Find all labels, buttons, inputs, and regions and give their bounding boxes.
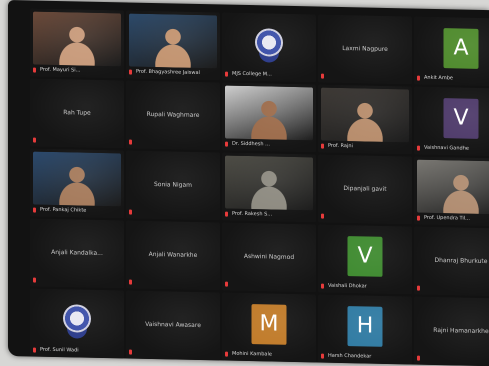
participant-tile[interactable]: Anjali Kandalka... (30, 218, 124, 289)
participant-name: Vaishnavi Awasare (145, 320, 201, 329)
participant-label: Prof. Upendra Til... (424, 214, 470, 222)
mic-muted-icon (33, 347, 36, 353)
participant-video (33, 151, 121, 207)
mic-muted-icon (321, 213, 324, 219)
participant-tile[interactable]: Prof. Mayuri Si... (30, 8, 124, 79)
participant-name: Rajni Hamanarkhe (433, 326, 489, 335)
participant-name: Dhanraj Bhurkute (434, 256, 488, 265)
college-logo-icon (63, 303, 91, 333)
participant-label: Mohini Kambale (232, 350, 272, 358)
participant-tile[interactable]: Prof. Rajni (318, 84, 412, 155)
mic-muted-icon (225, 71, 228, 77)
participant-label: Prof. Bhagyashree Jaiswal (136, 68, 200, 77)
participant-tile[interactable]: Rah Tupe (30, 78, 124, 149)
participant-tile[interactable]: Dr. Siddhesh ... (222, 82, 316, 153)
participant-name: Anjali Wanarkhe (148, 250, 198, 259)
mic-muted-icon (129, 139, 132, 145)
participant-tile[interactable]: Rupali Waghmare (126, 80, 220, 151)
participant-tile[interactable]: Prof. Rakesh S... (222, 152, 316, 223)
mic-muted-icon (417, 215, 420, 221)
mic-muted-icon (225, 141, 228, 147)
participant-label: Prof. Sunil Wadi (40, 346, 79, 354)
participant-tile[interactable]: Prof. Bhagyashree Jaiswal (126, 10, 220, 81)
participant-video (321, 87, 409, 143)
mic-muted-icon (33, 277, 36, 283)
participant-tile[interactable]: Sonia Nigam (126, 150, 220, 221)
participant-video (225, 155, 313, 211)
participant-label: MJS College M... (232, 70, 272, 78)
mic-muted-icon (225, 351, 228, 357)
participant-tile[interactable]: Dhanraj Bhurkute (414, 226, 489, 297)
mic-muted-icon (129, 209, 132, 215)
participant-tile[interactable]: Ashwini Nagmod (222, 222, 316, 293)
participant-label: Prof. Pankaj Chikte (40, 206, 87, 214)
participant-tile[interactable]: Prof. Sunil Wadi (30, 288, 124, 359)
participant-tile[interactable]: Rajni Hamanarkhe (414, 296, 489, 366)
avatar: A (443, 27, 479, 69)
mic-muted-icon (321, 73, 324, 79)
mic-muted-icon (33, 207, 36, 213)
mic-muted-icon (33, 67, 36, 73)
participant-tile[interactable]: Prof. Upendra Til... (414, 156, 489, 227)
participant-label: Prof. Rakesh S... (232, 210, 273, 218)
mic-muted-icon (33, 137, 36, 143)
avatar: V (347, 235, 383, 277)
avatar: M (251, 303, 287, 345)
mic-muted-icon (321, 353, 324, 359)
participant-tile[interactable]: H Harsh Chandekar (318, 294, 412, 365)
participant-video (33, 11, 121, 67)
participant-video (417, 159, 489, 215)
participant-label: Harsh Chandekar (328, 352, 372, 360)
mic-muted-icon (225, 211, 228, 217)
participant-name: Sonia Nigam (153, 180, 193, 189)
participant-tile[interactable]: A Ankit Ambe (414, 16, 489, 87)
participant-name: Rah Tupe (63, 109, 91, 117)
participant-label: Vaishali Dhokar (328, 282, 367, 290)
mic-muted-icon (225, 281, 228, 287)
mic-muted-icon (129, 69, 132, 75)
participant-name: Anjali Kandalka... (51, 248, 103, 257)
college-logo-icon (255, 27, 283, 57)
participant-label: Dr. Siddhesh ... (232, 140, 270, 148)
mic-muted-icon (129, 349, 132, 355)
participant-label: Prof. Mayuri Si... (40, 66, 81, 74)
mic-muted-icon (129, 279, 132, 285)
mic-muted-icon (417, 75, 420, 81)
participant-tile[interactable]: MJS College M... (222, 12, 316, 83)
mic-muted-icon (321, 283, 324, 289)
participant-name: Rupali Waghmare (146, 110, 200, 119)
mic-muted-icon (417, 285, 420, 291)
avatar: H (347, 305, 383, 347)
participant-tile[interactable]: V Vaishnavi Gandhe (414, 86, 489, 157)
participant-tile[interactable]: Prof. Pankaj Chikte (30, 148, 124, 219)
participant-label: Ankit Ambe (424, 74, 453, 82)
participant-tile[interactable]: Vaishnavi Awasare (126, 290, 220, 361)
participant-name: Dipanjali gavit (343, 184, 387, 193)
meeting-gallery: Prof. Mayuri Si... Prof. Bhagyashree Jais… (8, 0, 489, 366)
participant-name: Laxmi Nagpure (342, 44, 388, 53)
participant-video (129, 13, 217, 69)
mic-muted-icon (321, 143, 324, 149)
avatar: V (443, 97, 479, 139)
participant-tile[interactable]: Anjali Wanarkhe (126, 220, 220, 291)
participant-tile[interactable]: Laxmi Nagpure (318, 14, 412, 85)
participant-label: Vaishnavi Gandhe (424, 144, 469, 152)
participant-tile[interactable]: V Vaishali Dhokar (318, 224, 412, 295)
participant-name: Ashwini Nagmod (243, 252, 295, 261)
participant-tile[interactable]: M Mohini Kambale (222, 292, 316, 363)
mic-muted-icon (417, 145, 420, 151)
participant-tile[interactable]: Dipanjali gavit (318, 154, 412, 225)
participant-label: Prof. Rajni (328, 142, 353, 150)
participant-video (225, 85, 313, 141)
